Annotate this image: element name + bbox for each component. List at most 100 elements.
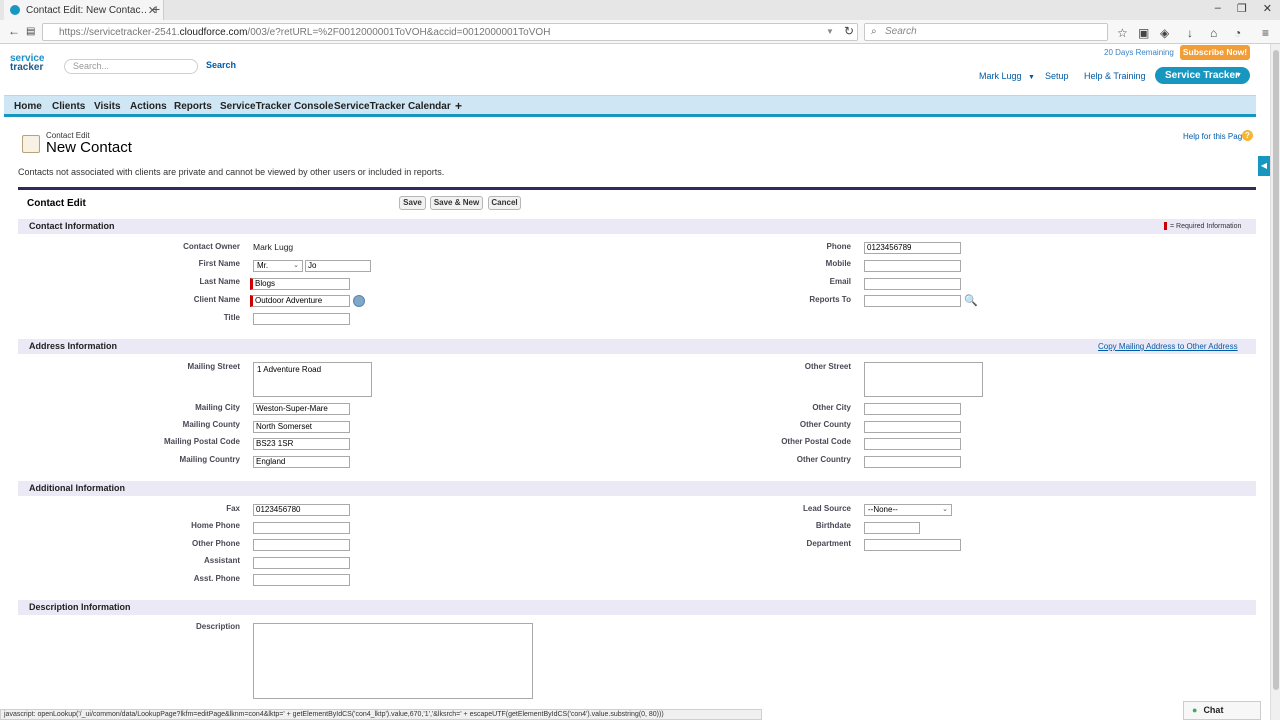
last-name-input[interactable]: Blogs: [250, 278, 350, 290]
lead-source-value: --None--: [868, 505, 898, 514]
app-search-button[interactable]: Search: [206, 60, 236, 70]
menu-hamburger-icon[interactable]: ≡: [1262, 26, 1269, 40]
privacy-notice: Contacts not associated with clients are…: [18, 167, 445, 177]
required-info-text: = Required Information: [1170, 222, 1242, 230]
chevron-down-icon: ▼: [1235, 72, 1242, 79]
salesforce-favicon-icon: [10, 5, 20, 15]
user-menu[interactable]: Mark Lugg ▼: [979, 71, 1035, 81]
downloads-icon[interactable]: ↓: [1187, 26, 1193, 40]
cancel-button[interactable]: Cancel: [488, 196, 521, 210]
other-city-label: Other City: [812, 403, 851, 412]
url-dropdown-icon[interactable]: ▼: [826, 27, 834, 36]
browser-search-input[interactable]: ⌕ Search: [864, 23, 1108, 41]
mailing-county-input[interactable]: North Somerset: [253, 421, 350, 433]
other-street-label: Other Street: [804, 362, 851, 371]
other-county-label: Other County: [799, 420, 851, 429]
title-label: Title: [223, 313, 240, 322]
browser-tab-bar: [0, 0, 1280, 20]
scrollbar-thumb[interactable]: [1273, 50, 1279, 690]
help-question-icon[interactable]: ?: [1242, 130, 1253, 141]
pocket-icon[interactable]: ◈: [1160, 26, 1169, 40]
birthdate-input[interactable]: [864, 522, 920, 534]
tab-visits[interactable]: Visits: [94, 101, 121, 112]
back-icon[interactable]: ←: [8, 24, 20, 38]
search-icon: ⌕: [871, 26, 877, 37]
lead-source-label: Lead Source: [802, 504, 851, 513]
subscribe-button[interactable]: Subscribe Now!: [1180, 45, 1250, 60]
setup-link[interactable]: Setup: [1045, 71, 1069, 81]
lead-source-select[interactable]: --None-- ⌄: [864, 504, 952, 516]
app-tab-bar: Home Clients Visits Actions Reports Serv…: [4, 95, 1256, 117]
tab-add-more[interactable]: +: [455, 99, 462, 113]
mailing-postal-input[interactable]: BS23 1SR: [253, 438, 350, 450]
restore-icon[interactable]: ❐: [1237, 2, 1247, 15]
copy-address-link[interactable]: Copy Mailing Address to Other Address: [1098, 342, 1238, 351]
reports-to-label: Reports To: [809, 295, 851, 304]
chevron-down-icon: ⌄: [942, 506, 948, 513]
salutation-select[interactable]: Mr. ⌄: [253, 260, 303, 272]
home-phone-input[interactable]: [253, 522, 350, 534]
first-name-input[interactable]: Jo: [305, 260, 371, 272]
chat-button[interactable]: ● Chat: [1183, 701, 1261, 720]
new-tab-button[interactable]: +: [152, 1, 160, 17]
email-input[interactable]: [864, 278, 961, 290]
asst-phone-input[interactable]: [253, 574, 350, 586]
reload-icon[interactable]: ↻: [844, 24, 854, 38]
assistant-input[interactable]: [253, 557, 350, 569]
fax-label: Fax: [226, 504, 240, 513]
home-icon[interactable]: ⌂: [1210, 26, 1217, 40]
mobile-input[interactable]: [864, 260, 961, 272]
browser-tab[interactable]: Contact Edit: New Contac… ✕: [4, 0, 164, 20]
email-label: Email: [829, 277, 851, 286]
department-label: Department: [806, 539, 851, 548]
tab-clients[interactable]: Clients: [52, 101, 85, 112]
app-switcher-button[interactable]: Service Tracker ▼: [1155, 67, 1250, 84]
client-name-input[interactable]: Outdoor Adventure: [250, 295, 350, 307]
minimize-icon[interactable]: –: [1215, 2, 1221, 15]
reports-to-input[interactable]: [864, 295, 961, 307]
sidebar-collapse-icon[interactable]: ◀: [1258, 156, 1270, 176]
contact-card-icon: [22, 135, 40, 153]
lookup-search-icon[interactable]: 🔍: [964, 294, 978, 307]
address-bar[interactable]: https://servicetracker-2541.cloudforce.c…: [42, 23, 858, 41]
other-phone-input[interactable]: [253, 539, 350, 551]
tab-reports[interactable]: Reports: [174, 101, 212, 112]
mailing-city-input[interactable]: Weston-Super-Mare: [253, 403, 350, 415]
other-county-input[interactable]: [864, 421, 961, 433]
reading-list-icon[interactable]: ▣: [1138, 26, 1149, 40]
salutation-value: Mr.: [257, 261, 269, 270]
contact-owner-value: Mark Lugg: [253, 242, 294, 252]
page-info-icon[interactable]: ▤: [26, 26, 35, 37]
app-search-input[interactable]: Search...: [64, 59, 198, 74]
user-menu-label: Mark Lugg: [979, 71, 1022, 81]
other-postal-label: Other Postal Code: [781, 437, 851, 446]
page-scrollbar[interactable]: [1270, 44, 1280, 720]
app-logo[interactable]: service tracker: [10, 54, 44, 73]
close-window-icon[interactable]: ✕: [1263, 2, 1272, 15]
fax-input[interactable]: 0123456780: [253, 504, 350, 516]
tab-calendar[interactable]: ServiceTracker Calendar: [334, 101, 451, 112]
help-page-link[interactable]: Help for this Page: [1183, 132, 1247, 141]
department-input[interactable]: [864, 539, 961, 551]
bookmark-star-icon[interactable]: ☆: [1117, 26, 1128, 40]
tab-actions[interactable]: Actions: [130, 101, 167, 112]
mailing-street-textarea[interactable]: 1 Adventure Road: [253, 362, 372, 397]
save-and-new-button[interactable]: Save & New: [430, 196, 483, 210]
tab-console[interactable]: ServiceTracker Console: [220, 101, 333, 112]
description-textarea[interactable]: [253, 623, 533, 699]
mailing-country-input[interactable]: England: [253, 456, 350, 468]
phone-input[interactable]: 0123456789: [864, 242, 961, 254]
logo-line2: tracker: [10, 62, 44, 73]
other-postal-input[interactable]: [864, 438, 961, 450]
help-training-link[interactable]: Help & Training: [1084, 71, 1146, 81]
save-button[interactable]: Save: [399, 196, 426, 210]
other-country-label: Other Country: [796, 455, 851, 464]
other-country-input[interactable]: [864, 456, 961, 468]
other-street-textarea[interactable]: [864, 362, 983, 397]
tab-home[interactable]: Home: [14, 101, 42, 112]
chat-icon: ●: [1192, 705, 1198, 715]
chat-bubble-icon[interactable]: ◔: [1234, 26, 1241, 40]
client-lookup-icon[interactable]: [353, 295, 365, 307]
title-input[interactable]: [253, 313, 350, 325]
other-city-input[interactable]: [864, 403, 961, 415]
